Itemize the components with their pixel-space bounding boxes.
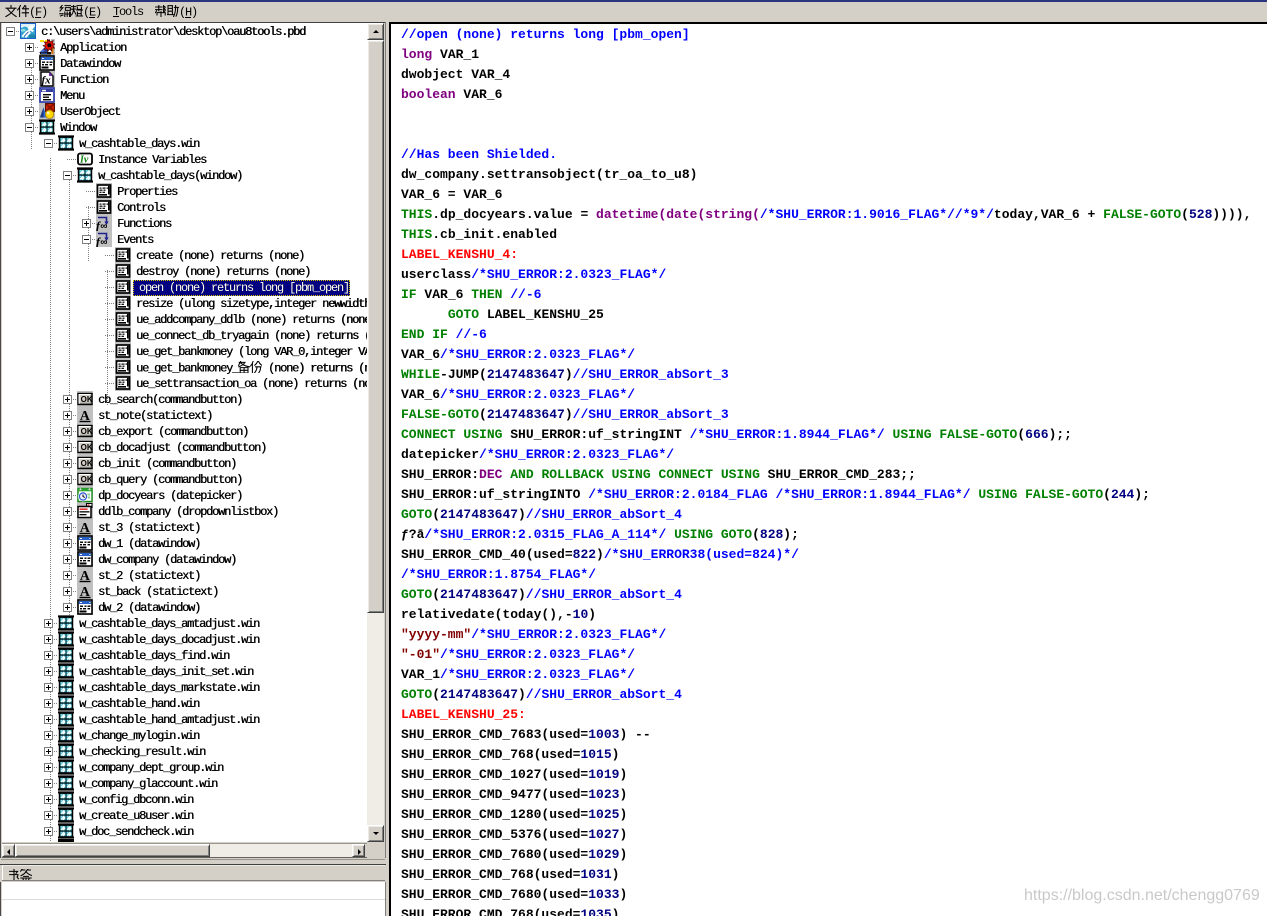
svg-text:OK: OK — [81, 443, 93, 452]
svg-text:OK: OK — [81, 395, 93, 404]
svg-text:OK: OK — [81, 427, 93, 436]
svg-text:fx: fx — [42, 75, 52, 87]
svg-text:∞: ∞ — [100, 237, 107, 247]
svg-text:∞: ∞ — [100, 221, 107, 231]
svg-text:Iv: Iv — [79, 155, 89, 166]
svg-text:OK: OK — [81, 459, 93, 468]
svg-text:OK: OK — [81, 475, 93, 484]
